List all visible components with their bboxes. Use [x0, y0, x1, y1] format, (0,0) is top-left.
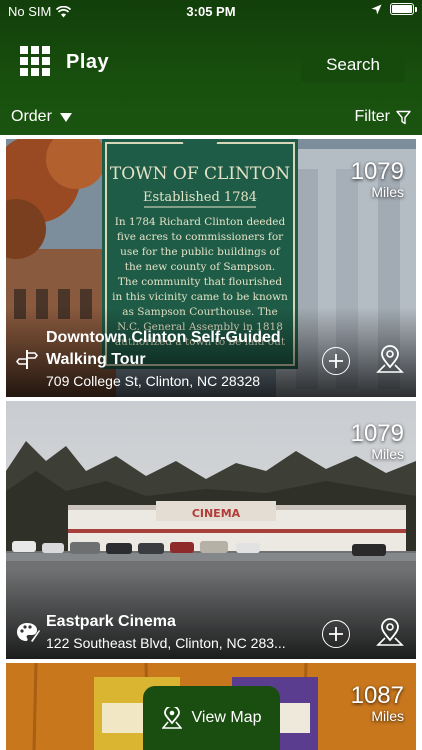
signpost-icon	[16, 350, 38, 369]
add-to-itinerary-button[interactable]	[322, 620, 350, 648]
map-pin-icon[interactable]	[376, 345, 404, 375]
view-map-button[interactable]: View Map	[143, 686, 280, 750]
distance-value: 1079	[350, 158, 404, 185]
distance-value: 1079	[350, 420, 404, 447]
listing-title: Eastpark Cinema	[46, 613, 176, 630]
clock: 3:05 PM	[186, 4, 236, 19]
plus-icon	[329, 354, 343, 368]
svg-text:The community that flourished: The community that flourished	[118, 276, 282, 288]
app-header: No SIM 3:05 PM Play Search Order Filter	[0, 0, 422, 135]
plus-icon	[329, 627, 343, 641]
svg-text:use for the public buildings o: use for the public buildings of	[120, 246, 281, 258]
distance-badge: 1079 Miles	[350, 420, 404, 462]
distance-value: 1087	[350, 682, 404, 709]
status-right	[371, 3, 417, 15]
listing-card[interactable]: TOWN OF CLINTON Established 1784 In 1784…	[6, 139, 416, 397]
palette-icon	[17, 623, 40, 642]
status-bar: No SIM 3:05 PM	[0, 0, 422, 24]
listing-title-line2: Walking Tour	[46, 351, 146, 368]
funnel-icon	[396, 110, 411, 124]
menu-grid-icon[interactable]	[20, 46, 50, 76]
filter-label: Filter	[354, 108, 390, 125]
listing-address: 122 Southeast Blvd, Clinton, NC 283...	[46, 635, 286, 651]
svg-text:five acres to commissioners fo: five acres to commissioners for	[117, 231, 284, 243]
svg-text:In 1784 Richard Clinton deeded: In 1784 Richard Clinton deeded	[115, 216, 286, 228]
map-pin-icon[interactable]	[376, 618, 404, 648]
distance-unit: Miles	[371, 708, 404, 724]
svg-text:the new county of Sampson.: the new county of Sampson.	[125, 261, 276, 273]
view-map-label: View Map	[191, 709, 262, 726]
marker-title: TOWN OF CLINTON	[110, 164, 290, 184]
distance-badge: 1087 Miles	[350, 682, 404, 724]
distance-unit: Miles	[371, 446, 404, 462]
page-title: Play	[66, 51, 110, 73]
search-button[interactable]: Search	[301, 48, 405, 82]
listing-title: Downtown Clinton Self-Guided	[46, 329, 281, 346]
order-dropdown[interactable]: Order	[11, 108, 72, 126]
distance-unit: Miles	[371, 184, 404, 200]
marker-subtitle: Established 1784	[143, 190, 257, 205]
listing-info: Downtown Clinton Self-Guided Walking Tou…	[46, 327, 311, 391]
listing-card[interactable]: CINEMA 1079 Miles Eastpark Cinema 122 So…	[6, 401, 416, 659]
battery-icon	[390, 3, 417, 15]
caret-down-icon	[59, 112, 72, 122]
filter-button[interactable]: Filter	[354, 108, 411, 126]
svg-text:in this vicinity came to be kn: in this vicinity came to be known	[112, 291, 288, 303]
listing-info: Eastpark Cinema 122 Southeast Blvd, Clin…	[46, 611, 311, 653]
add-to-itinerary-button[interactable]	[322, 347, 350, 375]
map-marker-icon	[161, 707, 182, 729]
distance-badge: 1079 Miles	[350, 158, 404, 200]
location-arrow-icon	[371, 4, 382, 14]
listing-address: 709 College St, Clinton, NC 28328	[46, 373, 261, 389]
order-label: Order	[11, 108, 52, 125]
cinema-marquee: CINEMA	[192, 507, 241, 520]
